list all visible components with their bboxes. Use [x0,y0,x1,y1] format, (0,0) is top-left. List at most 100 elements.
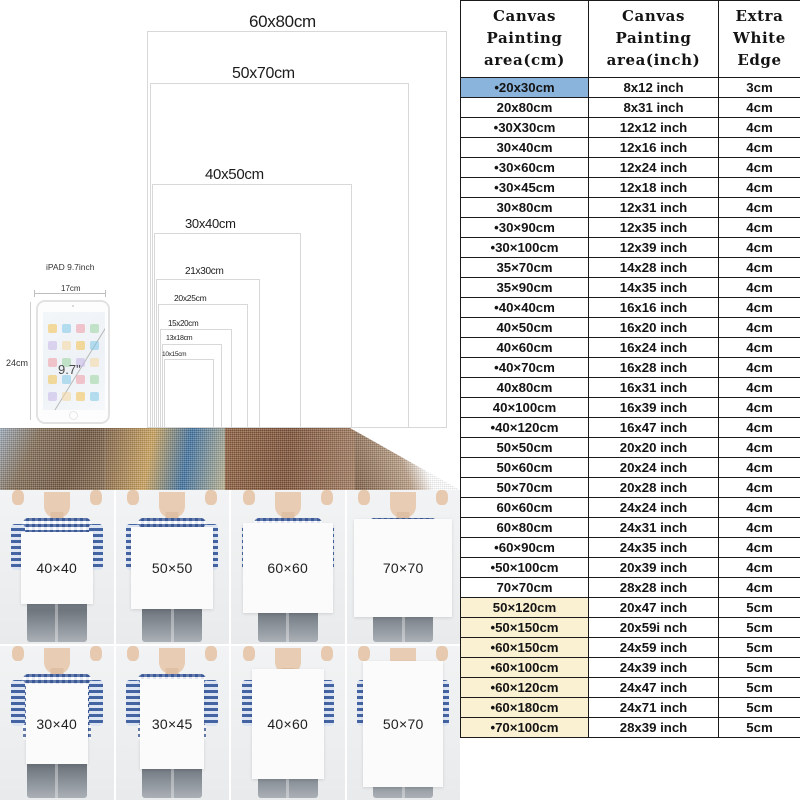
table-row[interactable]: •40×70cm 16x28 inch 4cm [460,357,800,379]
table-row[interactable]: 70×70cm 28x28 inch 4cm [460,577,800,599]
table-row[interactable]: •30×45cm 12x18 inch 4cm [460,177,800,199]
table-row[interactable]: •60×100cm 24x39 inch 5cm [460,657,800,679]
cell-size-cm: 30×80cm [460,197,589,219]
table-row[interactable]: •30×100cm 12x39 inch 4cm [460,237,800,259]
model-part [205,646,218,661]
ipad-diagonal-label: 9.7" [58,362,81,377]
ipad-app-icon [62,341,71,350]
table-body: •20x30cm 8x12 inch 3cm 20x80cm 8x31 inch 4cm •… [460,77,800,739]
cell-size-inch: 12x39 inch [588,237,719,259]
cell-size-cm: •60×150cm [460,637,589,659]
table-row[interactable]: 40x80cm 16x31 inch 4cm [460,377,800,399]
held-canvas-30×45: 30×45 [140,679,205,769]
held-canvas-40×40: 40×40 [20,532,93,604]
left-illustration-pane: 60x80cm 50x70cm 40x50cm 30x40cm 21x30cm 20x25… [0,0,460,800]
table-row[interactable]: 20x80cm 8x31 inch 4cm [460,97,800,119]
held-canvas-50×70: 50×70 [363,661,444,787]
cell-white-edge: 4cm [718,97,800,119]
size-box-label: 13x18cm [166,335,193,342]
table-row[interactable]: 40×60cm 16x24 inch 4cm [460,337,800,359]
photo-cell: 50×70 [346,646,460,800]
table-row[interactable]: 40×100cm 16x39 inch 4cm [460,397,800,419]
model-part [242,646,255,661]
ipad-screen [43,312,105,410]
cell-size-inch: 8x31 inch [588,97,719,119]
model-part [127,490,140,505]
cell-size-cm: •50×100cm [460,557,589,579]
ipad-app-icon [90,341,99,350]
ipad-app-icon [62,324,71,333]
table-row[interactable]: •60×90cm 24x35 inch 4cm [460,537,800,559]
cell-white-edge: 4cm [718,157,800,179]
table-row[interactable]: •30X30cm 12x12 inch 4cm [460,117,800,139]
cell-size-inch: 12x12 inch [588,117,719,139]
table-row[interactable]: 35×70cm 14x28 inch 4cm [460,257,800,279]
cell-size-cm: 40x80cm [460,377,589,399]
header-line: Painting [486,28,563,47]
ipad-app-icon [48,392,57,401]
cell-white-edge: 4cm [718,317,800,339]
table-row[interactable]: •40×120cm 16x47 inch 4cm [460,417,800,439]
cell-size-inch: 16x20 inch [588,317,719,339]
cell-white-edge: 5cm [718,697,800,719]
model-part [11,646,24,661]
cell-white-edge: 4cm [718,277,800,299]
table-row[interactable]: 50×120cm 20x47 inch 5cm [460,597,800,619]
ipad-app-icon [90,392,99,401]
cell-size-inch: 12x16 inch [588,137,719,159]
size-table-pane: Canvas Painting area(cm) Canvas Painting… [460,0,800,800]
cell-size-inch: 16x47 inch [588,417,719,439]
table-row[interactable]: •50×100cm 20x39 inch 4cm [460,557,800,579]
table-row[interactable]: •60×180cm 24x71 inch 5cm [460,697,800,719]
header-line: area(inch) [606,50,701,69]
cell-size-inch: 20x39 inch [588,557,719,579]
cell-white-edge: 4cm [718,297,800,319]
table-row[interactable]: •60×120cm 24x47 inch 5cm [460,677,800,699]
model-part [358,490,371,505]
table-row[interactable]: 50×60cm 20x24 inch 4cm [460,457,800,479]
table-row[interactable]: 50×70cm 20x28 inch 4cm [460,477,800,499]
table-row[interactable]: •30×90cm 12x35 inch 4cm [460,217,800,239]
cell-size-cm: •40×120cm [460,417,589,439]
table-row[interactable]: •20x30cm 8x12 inch 3cm [460,77,800,99]
held-canvas-70×70: 70×70 [354,519,453,617]
table-row[interactable]: 50×50cm 20x20 inch 4cm [460,437,800,459]
table-row[interactable]: 30×40cm 12x16 inch 4cm [460,137,800,159]
table-row[interactable]: •30×60cm 12x24 inch 4cm [460,157,800,179]
cell-white-edge: 4cm [718,357,800,379]
cell-size-inch: 12x31 inch [588,197,719,219]
cell-white-edge: 4cm [718,137,800,159]
table-row[interactable]: 35×90cm 14x35 inch 4cm [460,277,800,299]
table-row[interactable]: •50×150cm 20x59i nch 5cm [460,617,800,639]
ipad-reference-illustration: iPAD 9.7inch 17cm 24cm 9.7" [6,262,134,430]
photo-cell: 50×50 [115,490,229,644]
size-box-label: 60x80cm [249,12,316,31]
ipad-app-icon [48,375,57,384]
cell-size-inch: 24x31 inch [588,517,719,539]
cell-size-inch: 12x18 inch [588,177,719,199]
ipad-app-icon [48,358,57,367]
canvas-size-label: 40×40 [36,560,78,576]
table-row[interactable]: •60×150cm 24x59 inch 5cm [460,637,800,659]
ipad-home-button-icon [68,411,78,420]
size-box-label: 15x20cm [168,319,199,328]
photo-cell: 40×40 [0,490,114,644]
cell-white-edge: 4cm [718,477,800,499]
size-box-label: 21x30cm [185,266,224,277]
cell-size-inch: 20x47 inch [588,597,719,619]
header-line: Edge [737,50,782,69]
cell-size-cm: •30×100cm [460,237,589,259]
table-row[interactable]: 30×80cm 12x31 inch 4cm [460,197,800,219]
table-row[interactable]: 40×50cm 16x20 inch 4cm [460,317,800,339]
table-row[interactable]: •40×40cm 16x16 inch 4cm [460,297,800,319]
cell-size-inch: 16x24 inch [588,337,719,359]
cell-white-edge: 4cm [718,437,800,459]
cell-size-inch: 16x39 inch [588,397,719,419]
cell-white-edge: 4cm [718,517,800,539]
model-part [205,490,218,505]
cell-white-edge: 4cm [718,197,800,219]
table-row[interactable]: •70×100cm 28x39 inch 5cm [460,717,800,739]
table-row[interactable]: 60×80cm 24x31 inch 4cm [460,517,800,539]
table-row[interactable]: 60×60cm 24x24 inch 4cm [460,497,800,519]
texture-shard [0,428,120,490]
